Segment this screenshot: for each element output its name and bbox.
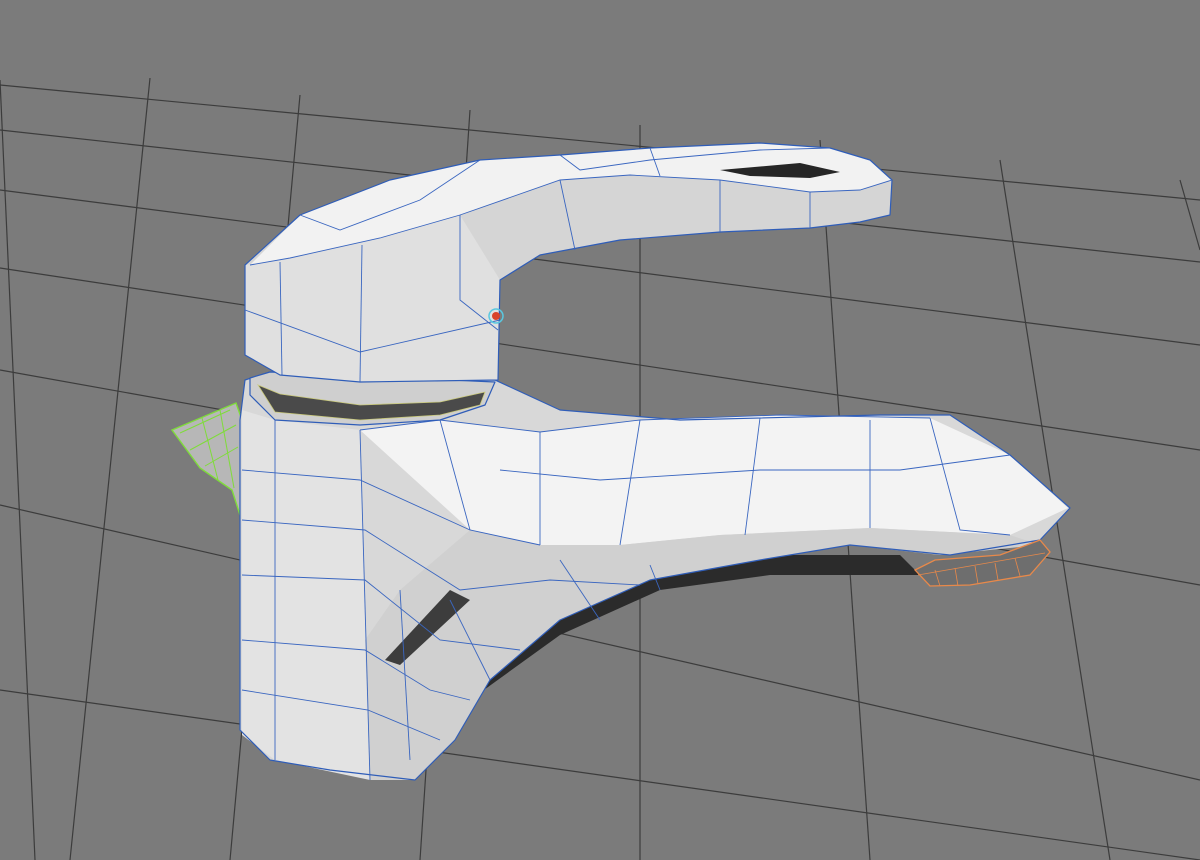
faucet-lever-handle[interactable] — [244, 142, 893, 383]
3d-viewport[interactable] — [0, 0, 1200, 860]
side-pop-up-knob[interactable] — [170, 402, 243, 516]
viewport-canvas[interactable] — [0, 0, 1200, 860]
